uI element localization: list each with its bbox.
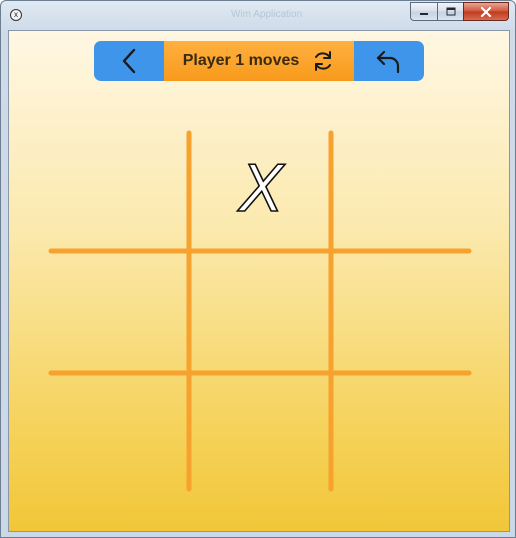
board-cell-2-0[interactable] <box>51 373 189 491</box>
app-icon[interactable]: x <box>10 9 22 21</box>
window-title: Wim Application <box>231 9 303 20</box>
game-board: X <box>48 130 472 492</box>
maximize-button[interactable] <box>437 2 463 21</box>
minimize-icon <box>420 12 428 15</box>
board-cell-0-2[interactable] <box>331 131 469 251</box>
board-cell-1-2[interactable] <box>331 251 469 373</box>
app-window: x Wim Application Player 1 moves X <box>0 0 516 538</box>
close-icon <box>480 6 492 17</box>
board-cell-2-1[interactable] <box>189 373 331 491</box>
title-bar[interactable]: x Wim Application <box>1 1 515 31</box>
board-cell-0-1[interactable]: X <box>189 131 331 251</box>
board-cell-1-1[interactable] <box>189 251 331 373</box>
board-cell-1-0[interactable] <box>51 251 189 373</box>
caption-buttons <box>410 2 509 21</box>
close-button[interactable] <box>463 2 509 21</box>
game-area: Player 1 moves X <box>8 30 510 532</box>
minimize-button[interactable] <box>410 2 437 21</box>
board-cell-0-0[interactable] <box>51 131 189 251</box>
board-cell-2-2[interactable] <box>331 373 469 491</box>
cell-mark-x: X <box>237 153 285 227</box>
maximize-icon <box>446 7 455 16</box>
